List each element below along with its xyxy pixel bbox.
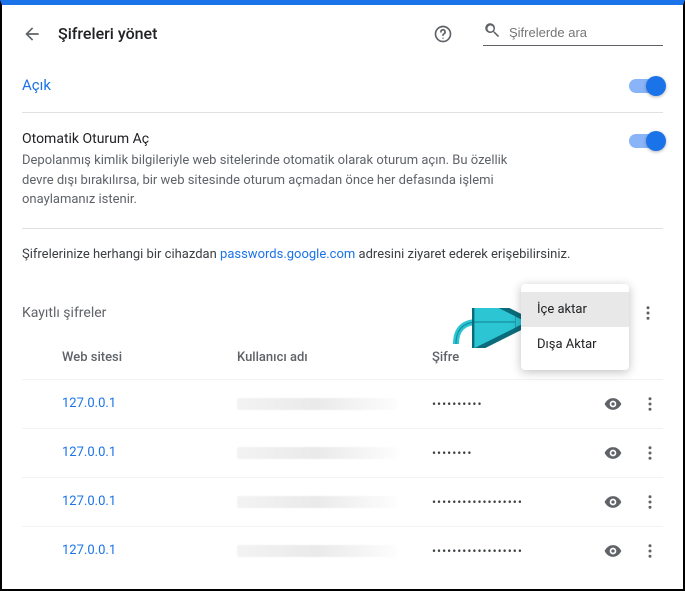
row-more-icon[interactable] [641,542,659,560]
site-link[interactable]: 127.0.0.1 [62,543,116,558]
table-row: 127.0.0.1 •••••••••• [22,379,663,428]
username-redacted [237,398,397,410]
menu-export[interactable]: Dışa Aktar [521,327,629,362]
page-title: Şifreleri yönet [58,24,417,43]
password-mask: •••••••••••••••••• [432,495,603,509]
auto-signin-title: Otomatik Oturum Aç [22,131,609,147]
username-redacted [237,545,397,557]
offer-save-label: Açık [22,76,609,94]
username-redacted [237,447,397,459]
site-link[interactable]: 127.0.0.1 [62,396,116,411]
show-password-icon[interactable] [603,443,623,463]
col-user-label: Kullanıcı adı [237,350,432,365]
row-more-icon[interactable] [641,444,659,462]
search-icon [483,21,501,43]
menu-import[interactable]: İçe aktar [521,292,629,327]
password-mask: •••••••• [432,446,603,460]
password-mask: •••••••••• [432,397,603,411]
password-mask: •••••••••••••••••• [432,544,603,558]
username-redacted [237,496,397,508]
site-link[interactable]: 127.0.0.1 [62,445,116,460]
table-row: 127.0.0.1 •••••••••••••••••• [22,526,663,575]
offer-save-toggle[interactable] [629,76,663,90]
row-more-icon[interactable] [641,395,659,413]
col-site-label: Web sitesi [62,350,237,365]
passwords-google-link[interactable]: passwords.google.com [220,247,355,262]
auto-signin-desc: Depolanmış kimlik bilgileriyle web sitel… [22,151,542,210]
saved-passwords-title: Kayıtlı şifreler [22,305,106,321]
table-row: 127.0.0.1 •••••••••••••••••• [22,477,663,526]
help-icon[interactable] [433,24,453,44]
site-link[interactable]: 127.0.0.1 [62,494,116,509]
show-password-icon[interactable] [603,541,623,561]
saved-passwords-more-icon[interactable] [633,298,663,328]
export-import-menu: İçe aktar Dışa Aktar [521,284,629,370]
show-password-icon[interactable] [603,492,623,512]
table-row: 127.0.0.1 •••••••• [22,428,663,477]
show-password-icon[interactable] [603,394,623,414]
search-input[interactable] [509,25,663,40]
row-more-icon[interactable] [641,493,659,511]
back-arrow-icon[interactable] [22,24,42,44]
auto-signin-toggle[interactable] [629,131,663,145]
info-line: Şifrelerinize herhangi bir cihazdan pass… [22,229,663,292]
